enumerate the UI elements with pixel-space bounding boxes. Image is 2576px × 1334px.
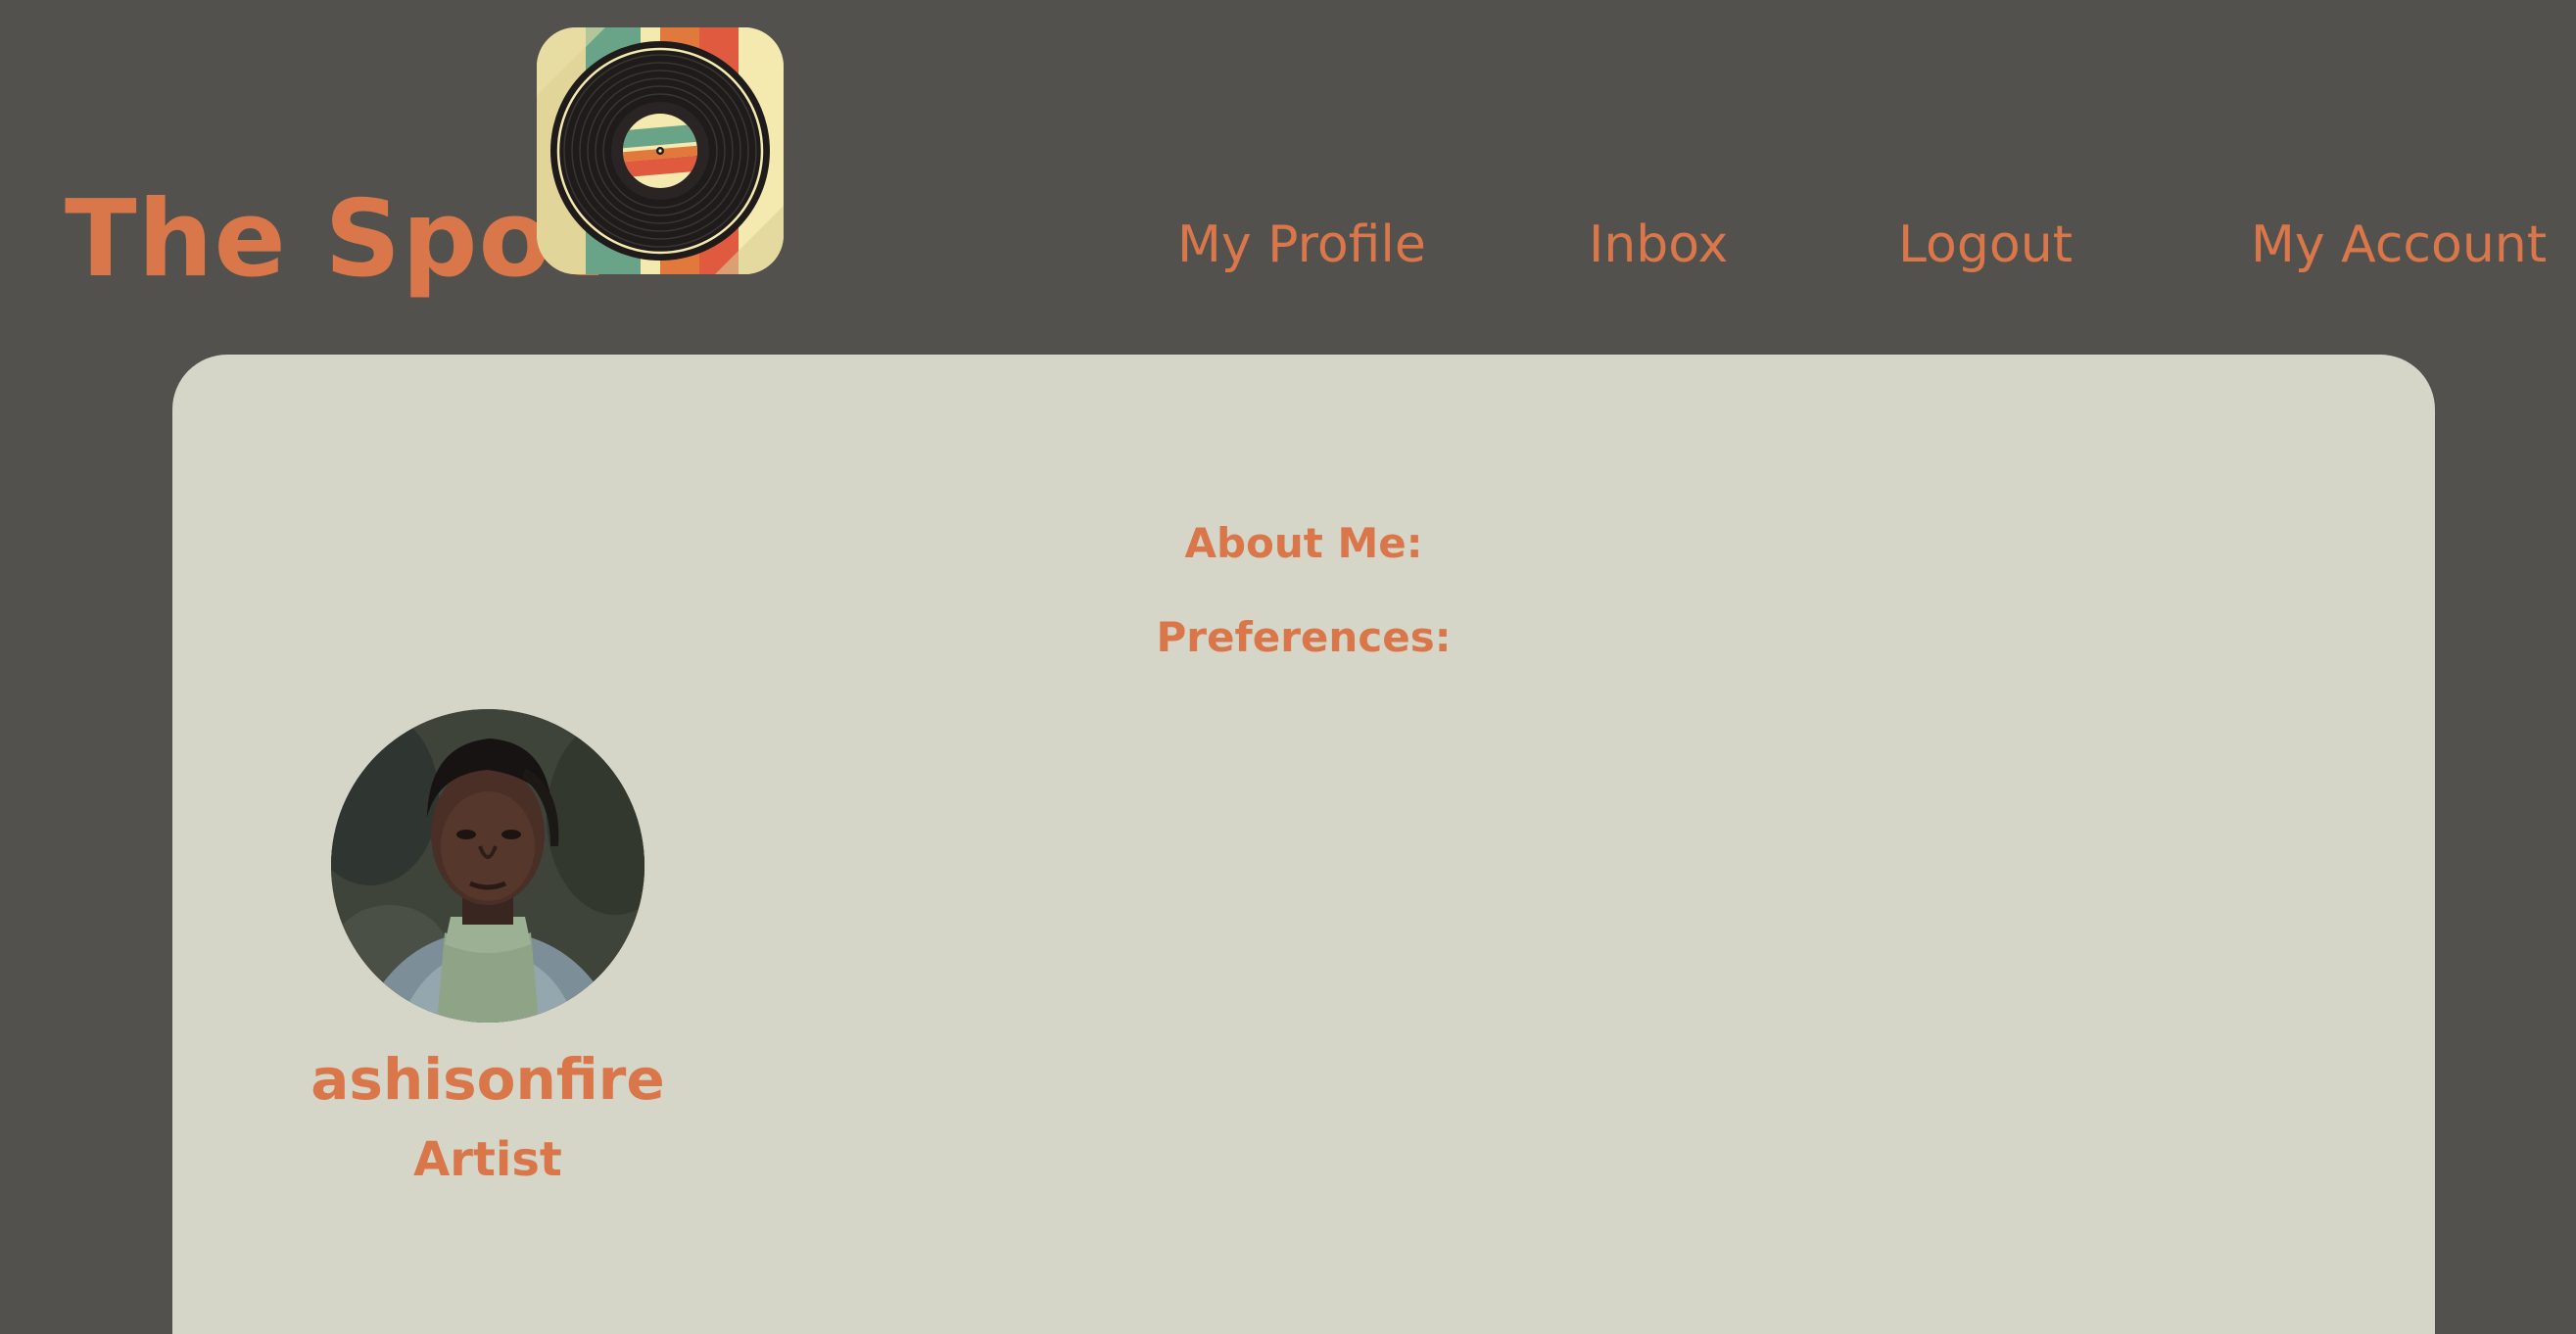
- profile-card: About Me: Preferences: ashisonfire Artis…: [172, 355, 2435, 1334]
- user-role: Artist: [413, 1132, 562, 1187]
- preferences-label: Preferences:: [1156, 613, 1452, 661]
- username: ashisonfire: [310, 1046, 665, 1113]
- main-nav: My Profile Inbox Logout My Account: [0, 206, 2576, 284]
- nav-my-profile[interactable]: My Profile: [1177, 206, 1426, 284]
- about-me-label: About Me:: [1184, 519, 1423, 567]
- nav-inbox[interactable]: Inbox: [1589, 206, 1728, 284]
- nav-my-account[interactable]: My Account: [2251, 206, 2547, 284]
- nav-logout[interactable]: Logout: [1898, 206, 2073, 284]
- avatar: [331, 709, 644, 1023]
